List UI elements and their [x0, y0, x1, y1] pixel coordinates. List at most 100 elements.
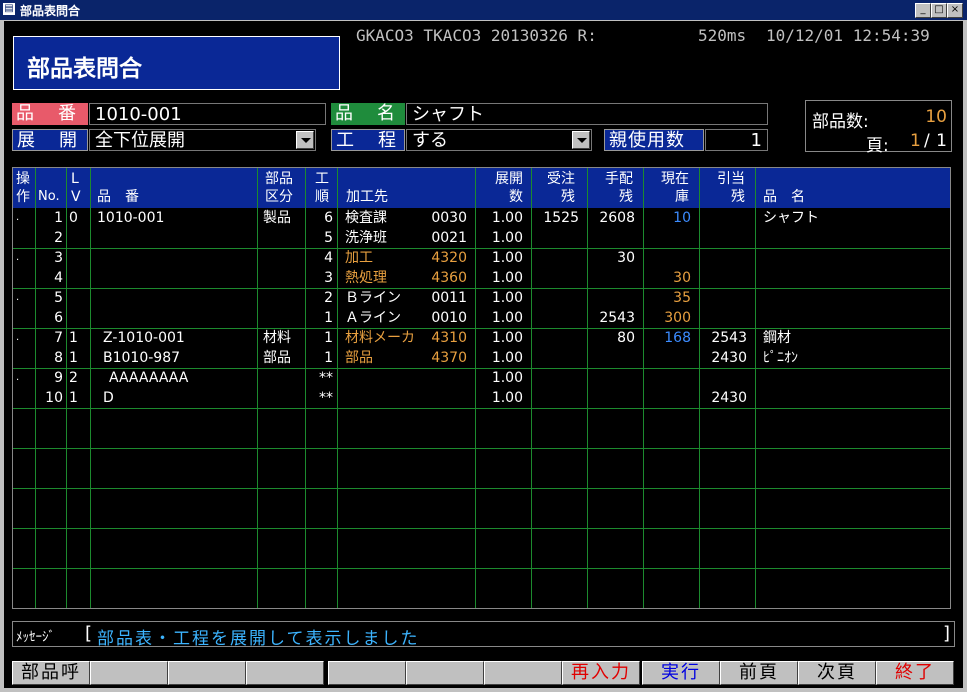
- chevron-down-icon[interactable]: [572, 131, 590, 149]
- cell-no: 3: [54, 250, 63, 266]
- cell-seq: 6: [324, 210, 333, 226]
- cell-seq: 1: [324, 330, 333, 346]
- app-icon[interactable]: ▤: [3, 3, 15, 15]
- window-title: 部品表問合: [20, 4, 81, 18]
- table-row[interactable]: . 3 4 加工 4320 1.00 30: [13, 248, 950, 268]
- function-key-9[interactable]: 実行: [642, 661, 720, 685]
- col-alloc-header: 引当: [717, 171, 745, 187]
- cell-exp: 1.00: [491, 310, 523, 326]
- cell-op: .: [16, 212, 20, 223]
- cell-exp: 1.00: [491, 290, 523, 306]
- cell-no: 1: [54, 210, 63, 226]
- table-row[interactable]: . 5 2 Ｂライン 0011 1.00 35: [13, 288, 950, 308]
- close-button[interactable]: ×: [947, 3, 963, 18]
- col-alloc-header-2: 残: [731, 189, 745, 205]
- cell-part: AAAAAAAA: [109, 370, 189, 386]
- cell-no: 8: [54, 350, 63, 366]
- expand-select[interactable]: 全下位展開: [89, 129, 316, 151]
- cell-arr: 2608: [599, 210, 635, 226]
- maximize-button[interactable]: □: [931, 3, 947, 18]
- cell-op: .: [16, 292, 20, 303]
- process-select[interactable]: する: [406, 129, 592, 151]
- cell-cat: 材料: [263, 330, 291, 346]
- cell-exp: 1.00: [491, 390, 523, 406]
- function-key-8[interactable]: 再入力: [562, 661, 640, 685]
- cell-exp: 1.00: [491, 330, 523, 346]
- cell-op: .: [16, 372, 20, 383]
- cell-seq: 1: [324, 350, 333, 366]
- part-count-value: 10: [925, 107, 947, 127]
- cell-cat: 製品: [263, 210, 291, 226]
- table-row[interactable]: 6 1 Ａライン 0010 1.00 2543 300: [13, 308, 950, 328]
- table-row[interactable]: 8 1 B1010-987 部品 1 部品 4370 1.00 2430 ﾋﾟﾆｵﾝ: [13, 348, 950, 368]
- cell-op: .: [16, 332, 20, 343]
- screen-title-box: 部品表問合: [13, 36, 340, 90]
- part-no-label: 品 番: [12, 103, 88, 125]
- response-time: 520ms: [698, 26, 747, 45]
- cell-vcode: 0021: [431, 230, 467, 246]
- cell-exp: 1.00: [491, 250, 523, 266]
- function-key-1[interactable]: 部品呼: [12, 661, 90, 685]
- expand-label: 展 開: [12, 129, 88, 151]
- function-key-12[interactable]: 終了: [876, 661, 954, 685]
- grid-row-line: [13, 568, 950, 569]
- cell-vendor: Ａライン: [345, 310, 401, 326]
- message-bar: ﾒｯｾｰｼﾞ [ 部品表・工程を展開して表示しました ]: [12, 621, 955, 649]
- cell-no: 10: [45, 390, 63, 406]
- cell-cat: 部品: [263, 350, 291, 366]
- col-name-header: 品 名: [763, 189, 805, 205]
- minimize-button[interactable]: _: [915, 3, 931, 18]
- function-key-6[interactable]: [406, 661, 484, 685]
- part-name-field: シャフト: [406, 103, 768, 125]
- col-stock-header-2: 庫: [675, 189, 689, 205]
- function-key-3[interactable]: [168, 661, 246, 685]
- cell-vendor: Ｂライン: [345, 290, 401, 306]
- col-part-header: 品 番: [97, 189, 139, 205]
- cell-part: Z-1010-001: [103, 330, 185, 346]
- table-row[interactable]: . 1 0 1010-001 製品 6 検査課 0030 1.00 1525 2608 10 シャフト: [13, 208, 950, 228]
- cell-name: 鋼材: [763, 330, 791, 346]
- table-row[interactable]: 4 3 熱処理 4360 1.00 30: [13, 268, 950, 288]
- cell-vendor: 検査課: [345, 210, 387, 226]
- col-no-header: No.: [38, 189, 60, 204]
- function-key-4[interactable]: [246, 661, 324, 685]
- table-row[interactable]: . 7 1 Z-1010-001 材料 1 材料メーカ 4310 1.00 80 168 2543 鋼材: [13, 328, 950, 348]
- cell-exp: 1.00: [491, 270, 523, 286]
- cell-part: D: [103, 390, 114, 406]
- cell-vcode: 4310: [431, 330, 467, 346]
- part-no-input[interactable]: 1010-001: [89, 103, 326, 125]
- col-lv-header-2: V: [71, 189, 81, 205]
- cell-lv: 1: [69, 330, 78, 346]
- parent-usage-input[interactable]: 1: [705, 129, 768, 151]
- function-key-2[interactable]: [90, 661, 168, 685]
- table-row[interactable]: . 9 2 AAAAAAAA ** 1.00: [13, 368, 950, 388]
- col-seq-header: 工: [315, 171, 329, 187]
- function-key-10[interactable]: 前頁: [720, 661, 798, 685]
- cell-vcode: 4320: [431, 250, 467, 266]
- col-op-header: 操: [16, 171, 30, 187]
- col-ord-header-2: 残: [561, 189, 575, 205]
- cell-alloc: 2430: [711, 390, 747, 406]
- function-key-5[interactable]: [328, 661, 406, 685]
- col-cat-header: 部品: [265, 171, 293, 187]
- function-key-11[interactable]: 次頁: [798, 661, 876, 685]
- function-key-7[interactable]: [484, 661, 562, 685]
- page-total: 1: [936, 131, 947, 151]
- table-row[interactable]: 10 1 D ** 1.00 2430: [13, 388, 950, 408]
- grid-row-line: [13, 448, 950, 449]
- process-label: 工 程: [331, 129, 405, 151]
- col-arr-header: 手配: [605, 171, 633, 187]
- cell-alloc: 2430: [711, 350, 747, 366]
- cell-vcode: 0010: [431, 310, 467, 326]
- col-vendor-header: 加工先: [346, 189, 388, 205]
- cell-vcode: 4370: [431, 350, 467, 366]
- cell-no: 4: [54, 270, 63, 286]
- chevron-down-icon[interactable]: [296, 131, 314, 149]
- grid-row-line: [13, 528, 950, 529]
- cell-vendor: 材料メーカ: [345, 330, 415, 346]
- page-label: 頁:: [866, 136, 889, 156]
- cell-vcode: 4360: [431, 270, 467, 286]
- part-count-label: 部品数:: [812, 112, 869, 132]
- cell-seq: 5: [324, 230, 333, 246]
- table-row[interactable]: 2 5 洗浄班 0021 1.00: [13, 228, 950, 248]
